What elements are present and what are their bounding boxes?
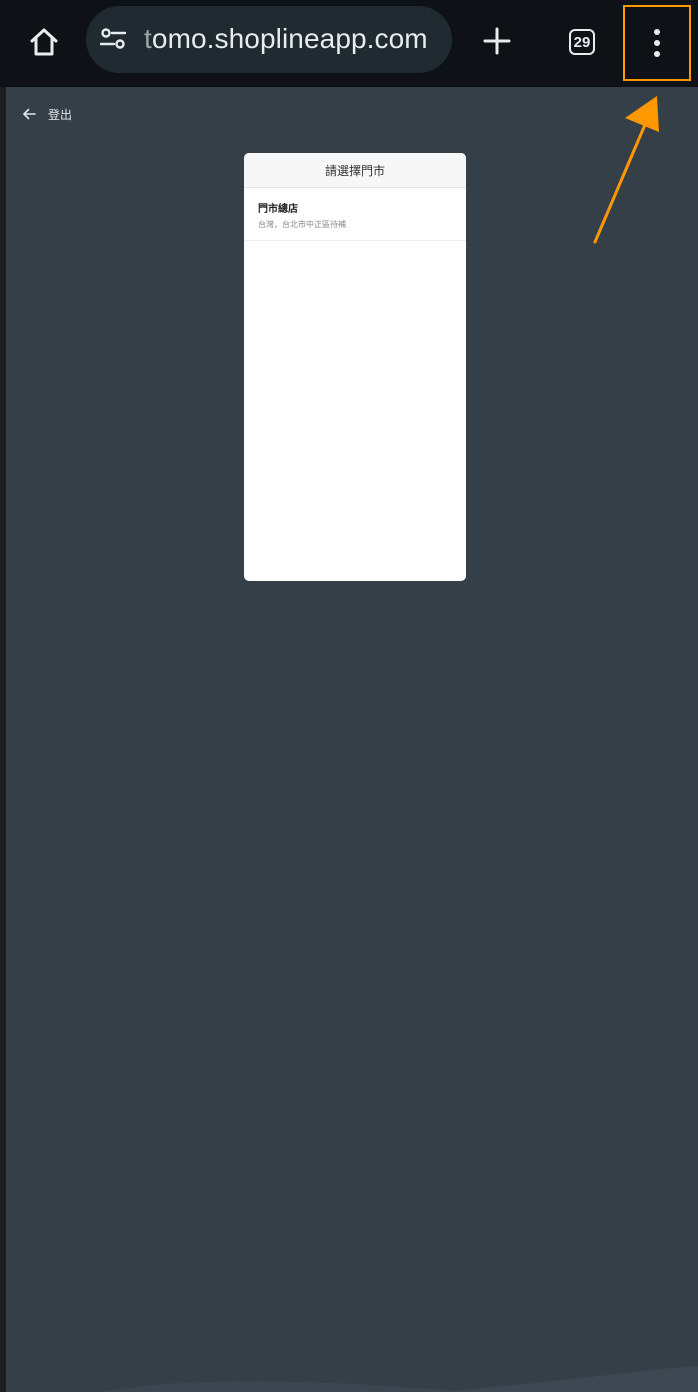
arrow-back-icon [23, 108, 36, 120]
home-button[interactable] [22, 20, 66, 64]
plus-icon [483, 27, 511, 55]
background-decoration [100, 1366, 698, 1392]
url-text[interactable]: tomo.shoplineapp.com [144, 23, 428, 55]
store-name: 門市總店 [258, 204, 298, 215]
annotation-arrow [593, 96, 659, 244]
store-address: 台灣，台北市中正區待補 [258, 220, 346, 229]
tab-switcher-icon: 29 [569, 29, 595, 55]
browser-menu-button[interactable] [624, 6, 690, 80]
home-icon [30, 28, 58, 56]
left-edge [0, 87, 6, 1392]
logout-label: 登出 [48, 107, 73, 122]
address-bar[interactable]: tomo.shoplineapp.com [86, 6, 452, 73]
store-picker-title: 請選擇門市 [244, 153, 466, 188]
url-domain: omo.shoplineapp.com [151, 23, 428, 54]
new-tab-button[interactable] [476, 20, 518, 62]
more-vert-icon [654, 29, 660, 57]
tab-switcher-button[interactable]: 29 [562, 22, 602, 62]
tune-icon[interactable] [98, 24, 128, 54]
store-picker-card: 請選擇門市 門市總店 台灣，台北市中正區待補 [244, 153, 466, 581]
tab-count: 29 [573, 33, 591, 51]
browser-toolbar: tomo.shoplineapp.com 29 [0, 0, 698, 87]
url-prefix: t [144, 23, 152, 54]
store-list-item[interactable]: 門市總店 台灣，台北市中正區待補 [244, 188, 466, 241]
logout-link[interactable]: 登出 [22, 104, 72, 124]
